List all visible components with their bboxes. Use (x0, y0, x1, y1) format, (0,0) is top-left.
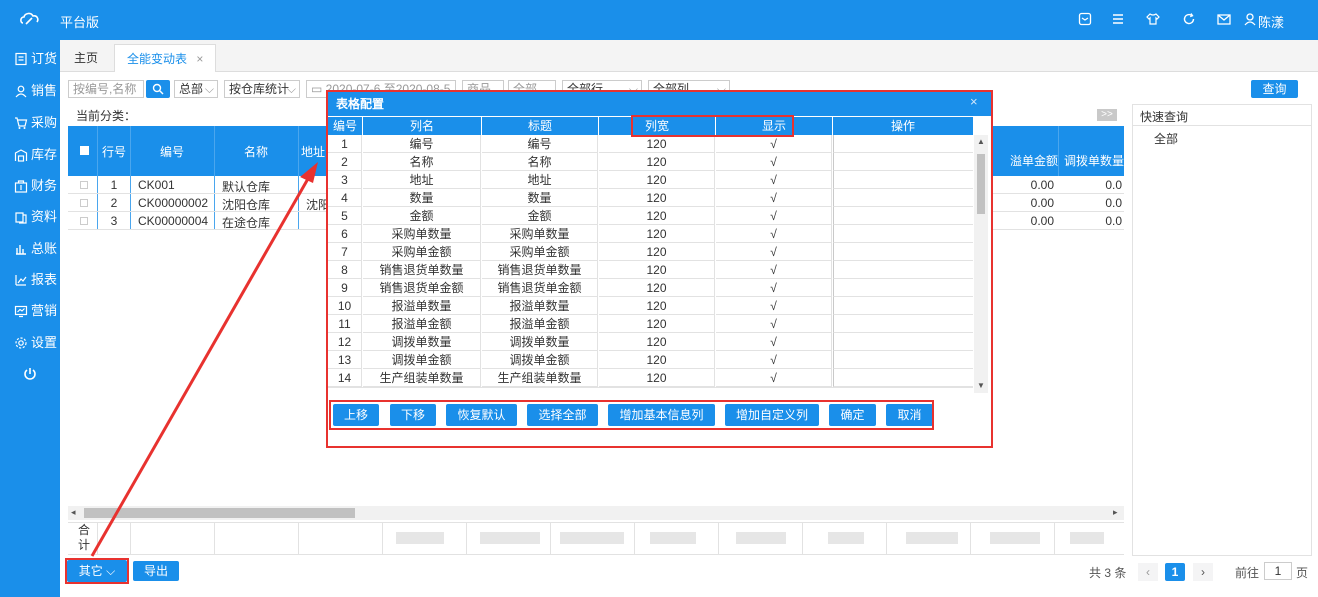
annotation-arrow (90, 162, 318, 557)
